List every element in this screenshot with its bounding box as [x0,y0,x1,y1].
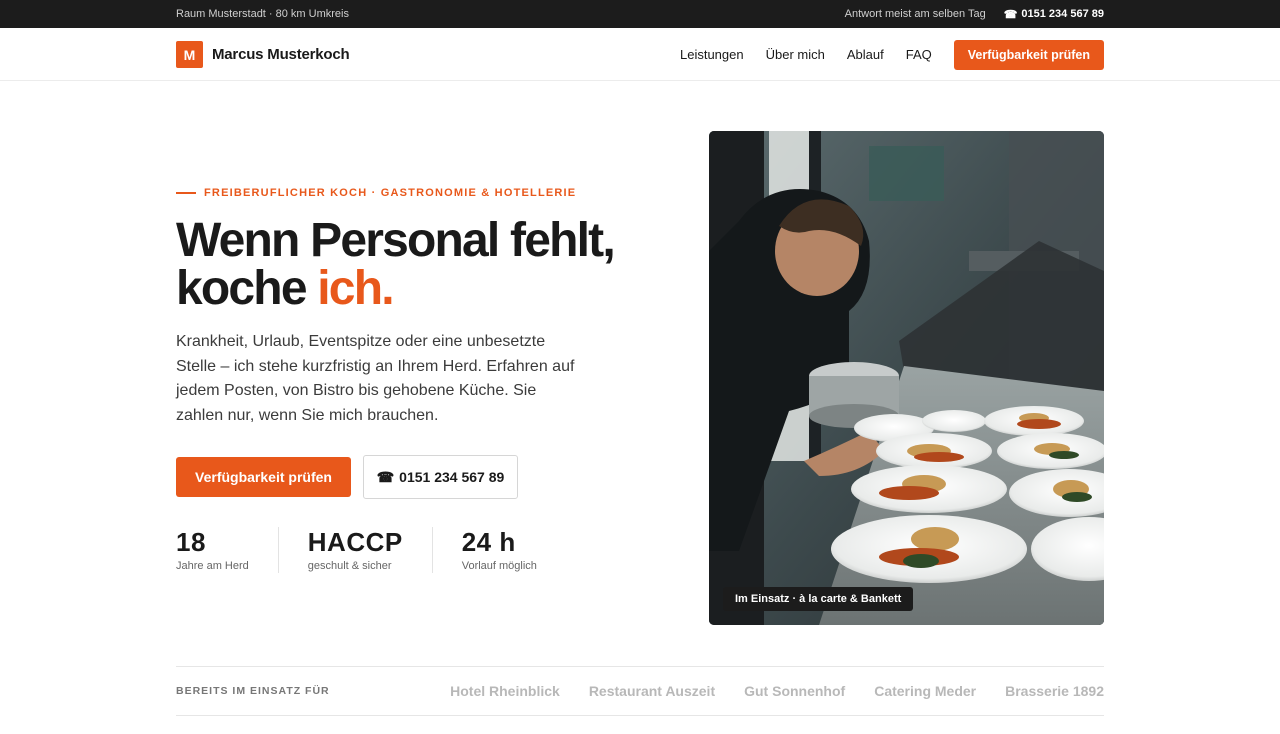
hero-headline: Wenn Personal fehlt, koche ich. [176,214,616,315]
headline-line-1: Wenn Personal fehlt, [176,214,616,267]
brand-logo: M [176,41,203,68]
client-logos-strip: BEREITS IM EINSATZ FÜR Hotel Rheinblick … [176,666,1104,716]
eyebrow-line [176,192,196,194]
photo-caption: Im Einsatz · à la carte & Bankett [723,587,914,611]
stat-label: Vorlauf möglich [461,560,537,572]
hero-call-button[interactable]: ☎ 0151 234 567 89 [363,455,518,499]
hero-call-number: 0151 234 567 89 [399,469,505,485]
client-name: Restaurant Auszeit [588,683,716,699]
nav-item-ueber-mich[interactable]: Über mich [766,47,825,62]
service-region: Raum Musterstadt · 80 km Umkreis [176,8,349,20]
brand-home-link[interactable]: M Marcus Musterkoch [176,41,350,68]
chef-plating-illustration [709,131,1104,625]
hero-eyebrow: FREIBERUFLICHER KOCH · GASTRONOMIE & HOT… [176,187,576,199]
response-time: Antwort meist am selben Tag [844,8,986,20]
hero-availability-button[interactable]: Verfügbarkeit prüfen [176,457,351,497]
nav-item-faq[interactable]: FAQ [906,47,932,62]
top-info-bar: Raum Musterstadt · 80 km Umkreis Antwort… [0,0,1280,28]
nav-item-ablauf[interactable]: Ablauf [847,47,884,62]
client-name: Catering Meder [874,683,977,699]
hero-section: FREIBERUFLICHER KOCH · GASTRONOMIE & HOT… [176,131,1104,625]
nav-availability-button[interactable]: Verfügbarkeit prüfen [953,39,1104,70]
stat-years: 18 Jahre am Herd [176,527,279,573]
headline-accent: ich. [317,262,394,315]
stat-haccp: HACCP geschult & sicher [308,527,433,573]
stat-label: Jahre am Herd [176,560,249,572]
stat-label: geschult & sicher [307,560,392,572]
eyebrow-text: FREIBERUFLICHER KOCH · GASTRONOMIE & HOT… [204,187,577,199]
topbar-phone-link[interactable]: ☎ 0151 234 567 89 [1004,8,1104,21]
topbar-phone-number: 0151 234 567 89 [1021,8,1104,20]
client-name: Brasserie 1892 [1005,683,1104,699]
stat-lead-time: 24 h Vorlauf möglich [462,527,566,573]
hero-lead-text: Krankheit, Urlaub, Eventspitze oder eine… [176,333,575,424]
phone-icon: ☎ [376,468,395,485]
hero-stats: 18 Jahre am Herd HACCP geschult & sicher… [176,527,595,573]
brand-name: Marcus Musterkoch [212,46,350,63]
client-list: Hotel Rheinblick Restaurant Auszeit Gut … [450,683,1104,699]
stat-value: HACCP [307,527,403,557]
main-navigation: M Marcus Musterkoch Leistungen Über mich… [0,28,1280,81]
client-name: Hotel Rheinblick [450,683,560,699]
headline-line-2: koche [176,262,318,315]
stat-value: 18 [176,527,206,557]
stat-value: 24 h [461,527,516,557]
hero-chef-photo: Im Einsatz · à la carte & Bankett [709,131,1104,625]
nav-item-leistungen[interactable]: Leistungen [680,47,744,62]
phone-icon: ☎ [1003,8,1018,21]
client-name: Gut Sonnenhof [744,683,846,699]
clients-label: BEREITS IM EINSATZ FÜR [176,685,330,697]
nav-menu: Leistungen Über mich Ablauf FAQ Verfügba… [658,39,1104,70]
